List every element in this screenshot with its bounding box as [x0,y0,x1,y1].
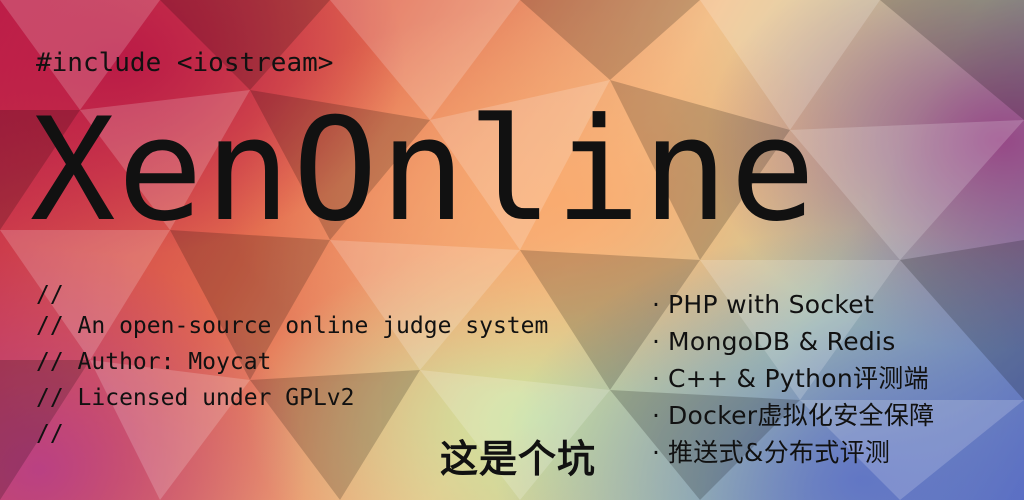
bullet-icon: · [652,364,661,393]
feature-item: · C++ & Python评测端 [652,360,934,397]
bullet-icon: · [652,438,661,467]
comment-line: // An open-source online judge system [36,313,549,339]
banner-background: #include <iostream> XenOnline // // An o… [0,0,1024,500]
feature-label: C++ & Python评测端 [668,364,929,393]
feature-label: MongoDB & Redis [668,327,896,356]
app-title: XenOnline [30,88,818,253]
include-directive: #include <iostream> [36,48,334,78]
feature-label: Docker虚拟化安全保障 [668,401,935,430]
feature-label: PHP with Socket [668,290,875,319]
bullet-icon: · [652,327,661,356]
feature-item: · 推送式&分布式评测 [652,434,934,471]
feature-label: 推送式&分布式评测 [668,438,891,467]
comment-line: // [36,282,64,308]
bullet-icon: · [652,401,661,430]
feature-item: · MongoDB & Redis [652,323,934,360]
comment-line: // Author: Moycat [36,349,272,375]
comment-line: // [36,421,64,447]
tagline: 这是个坑 [440,437,597,481]
comment-line: // Licensed under GPLv2 [36,385,355,411]
feature-list: · PHP with Socket · MongoDB & Redis · C++ &… [652,286,934,471]
feature-item: · Docker虚拟化安全保障 [652,397,934,434]
feature-item: · PHP with Socket [652,286,934,323]
bullet-icon: · [652,290,661,319]
